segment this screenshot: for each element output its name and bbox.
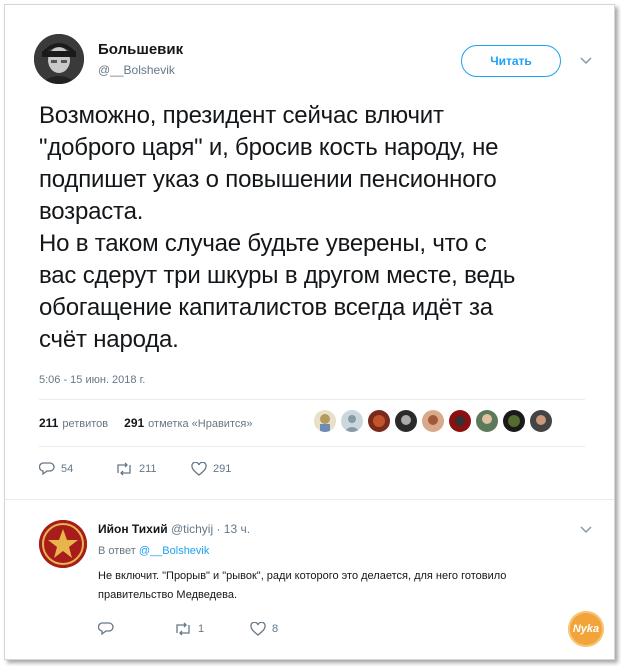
reply-header: Ийон Тихий @tichyij · 13 ч.	[98, 522, 250, 536]
tweet-actions: 54 211 291	[39, 461, 231, 477]
reply-author-handle[interactable]: @tichyij	[171, 522, 213, 536]
author-avatar[interactable]	[34, 34, 84, 84]
liker-avatar[interactable]	[476, 410, 498, 432]
retweet-icon	[176, 622, 190, 636]
reply-to-prefix: В ответ	[98, 545, 136, 557]
like-icon	[191, 461, 207, 476]
like-count: 291	[213, 463, 232, 475]
like-count: 8	[272, 623, 279, 635]
retweet-count: 211	[139, 463, 157, 475]
like-action[interactable]: 8	[250, 621, 279, 637]
reply-author-avatar[interactable]	[39, 520, 87, 568]
chevron-down-icon[interactable]	[579, 525, 593, 535]
retweet-action[interactable]: 211	[115, 462, 191, 476]
likers-avatars	[314, 410, 552, 432]
like-icon	[250, 621, 266, 636]
liker-avatar[interactable]	[422, 410, 444, 432]
retweet-icon	[117, 462, 131, 476]
retweet-action[interactable]: 1	[174, 622, 250, 636]
divider	[39, 446, 585, 447]
chevron-down-icon[interactable]	[579, 56, 593, 66]
liker-avatar[interactable]	[530, 410, 552, 432]
reply-to-handle[interactable]: @__Bolshevik	[139, 545, 209, 557]
follow-button[interactable]: Читать	[461, 45, 561, 77]
reply-actions: 1 8	[98, 621, 278, 637]
watermark-logo: Nyka	[568, 611, 604, 647]
retweet-count: 1	[198, 623, 205, 635]
reply-icon	[98, 622, 114, 636]
author-name[interactable]: Большевик	[98, 41, 183, 58]
reply-time[interactable]: · 13 ч.	[216, 522, 250, 536]
author-handle[interactable]: @__Bolshevik	[98, 63, 175, 77]
reply-text: Не включит. "Прорыв" и "рывок", ради кот…	[98, 570, 507, 601]
reply-icon	[39, 462, 55, 476]
reply-to-line: В ответ @__Bolshevik	[98, 545, 209, 557]
reply-action[interactable]	[98, 621, 174, 637]
tweet-stats: 211 ретвитов 291 отметка «Нравится»	[39, 416, 252, 430]
liker-avatar[interactable]	[395, 410, 417, 432]
divider	[5, 499, 614, 500]
retweets-count[interactable]: 211	[39, 416, 58, 430]
likes-label[interactable]: отметка «Нравится»	[148, 418, 252, 430]
divider	[39, 399, 585, 400]
liker-avatar[interactable]	[503, 410, 525, 432]
tweet-timestamp[interactable]: 5:06 - 15 июн. 2018 г.	[39, 374, 145, 386]
retweets-label[interactable]: ретвитов	[62, 418, 108, 430]
liker-avatar[interactable]	[341, 410, 363, 432]
reply-author-name[interactable]: Ийон Тихий	[98, 522, 168, 536]
liker-avatar[interactable]	[314, 410, 336, 432]
tweet-card: Большевик @__Bolshevik Читать Возможно, …	[4, 4, 615, 660]
likes-count[interactable]: 291	[124, 416, 144, 430]
reply-count: 54	[61, 463, 74, 475]
like-action[interactable]: 291	[191, 461, 232, 477]
liker-avatar[interactable]	[449, 410, 471, 432]
tweet-text: Возможно, президент сейчас влючит "добро…	[39, 102, 516, 353]
liker-avatar[interactable]	[368, 410, 390, 432]
reply-action[interactable]: 54	[39, 461, 115, 477]
